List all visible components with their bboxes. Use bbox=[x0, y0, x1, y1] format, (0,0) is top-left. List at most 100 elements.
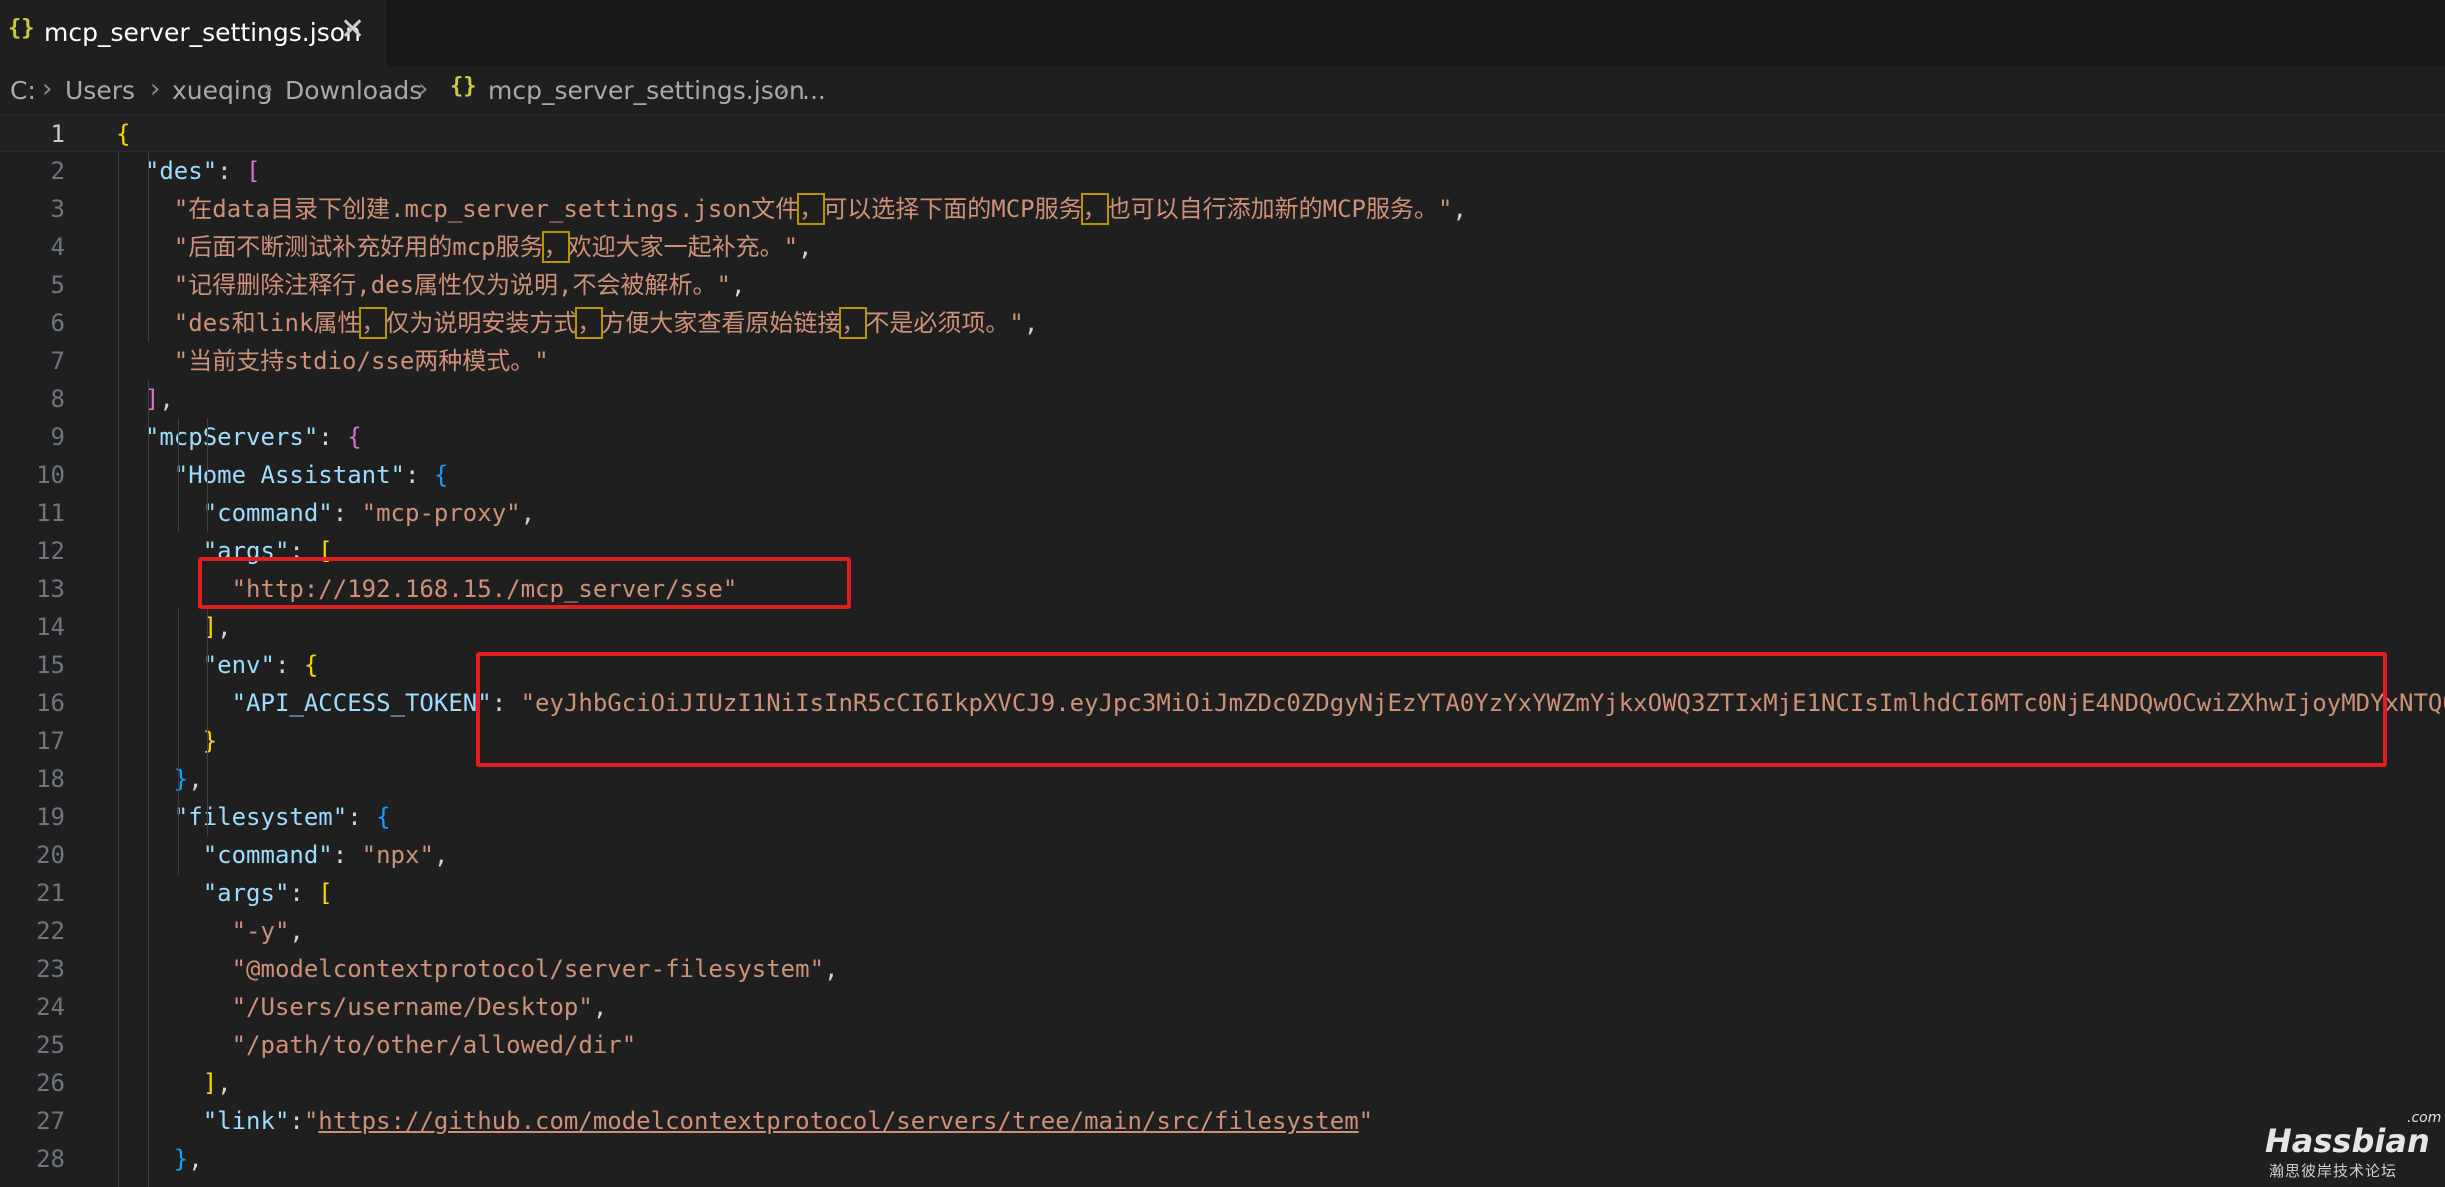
code-line[interactable]: 14 ], bbox=[0, 608, 2445, 646]
breadcrumb-drive[interactable]: C: bbox=[10, 76, 36, 105]
line-number: 10 bbox=[36, 461, 65, 489]
indent-guide bbox=[207, 608, 208, 836]
code-line[interactable]: 10 "Home Assistant": { bbox=[0, 456, 2445, 494]
code-token: ] bbox=[116, 1069, 218, 1097]
chevron-right-icon: › bbox=[150, 74, 161, 104]
line-number: 28 bbox=[36, 1145, 65, 1173]
code-line[interactable]: 24 "/Users/username/Desktop", bbox=[0, 988, 2445, 1026]
watermark-brand: Hassbian bbox=[2265, 1122, 2430, 1160]
code-line[interactable]: 26 ], bbox=[0, 1064, 2445, 1102]
code-line[interactable]: 5 "记得删除注释行,des属性仅为说明,不会被解析。", bbox=[0, 266, 2445, 304]
breadcrumb: C: › Users › xueqing › Downloads › {} mc… bbox=[0, 66, 2445, 114]
code-token: , bbox=[159, 385, 174, 413]
indent-guide bbox=[148, 152, 149, 342]
line-number: 4 bbox=[50, 233, 65, 261]
code-line[interactable]: 25 "/path/to/other/allowed/dir" bbox=[0, 1026, 2445, 1064]
code-token: "/Users/username/Desktop" bbox=[116, 993, 593, 1021]
code-text: "/Users/username/Desktop", bbox=[116, 988, 608, 1026]
url-link[interactable]: https://github.com/modelcontextprotocol/… bbox=[318, 1107, 1358, 1135]
code-text: "filesystem": { bbox=[116, 798, 391, 836]
breadcrumb-xueqing[interactable]: xueqing bbox=[172, 76, 273, 105]
code-text: "mcpServers": { bbox=[116, 418, 362, 456]
code-line[interactable]: 9 "mcpServers": { bbox=[0, 418, 2445, 456]
line-number: 13 bbox=[36, 575, 65, 603]
breadcrumb-downloads[interactable]: Downloads bbox=[285, 76, 422, 105]
tab-title: mcp_server_settings.json bbox=[44, 18, 361, 47]
code-line[interactable]: 4 "后面不断测试补充好用的mcp服务，欢迎大家一起补充。", bbox=[0, 228, 2445, 266]
code-line[interactable]: 20 "command": "npx", bbox=[0, 836, 2445, 874]
line-number: 24 bbox=[36, 993, 65, 1021]
code-token: : bbox=[318, 423, 348, 451]
code-text: ], bbox=[116, 1064, 232, 1102]
code-token: 方便大家查看原始链接 bbox=[601, 309, 842, 337]
code-token: , bbox=[592, 993, 608, 1021]
breadcrumb-file[interactable]: mcp_server_settings.json bbox=[488, 76, 805, 105]
code-token: , bbox=[1023, 309, 1039, 337]
line-number: 27 bbox=[36, 1107, 65, 1135]
code-token: "des" bbox=[116, 157, 218, 185]
close-icon[interactable]: ✕ bbox=[340, 12, 365, 47]
watermark: .com Hassbian 瀚思彼岸技术论坛 bbox=[2265, 1110, 2441, 1180]
code-line[interactable]: 2 "des": [ bbox=[0, 152, 2445, 190]
code-token: "@modelcontextprotocol/server-filesystem… bbox=[116, 955, 825, 983]
code-line[interactable]: 22 "-y", bbox=[0, 912, 2445, 950]
code-token: : bbox=[274, 651, 304, 679]
line-number: 2 bbox=[50, 157, 65, 185]
unicode-highlight: ， bbox=[541, 231, 570, 263]
code-token: , bbox=[798, 233, 813, 261]
code-token: ] bbox=[116, 613, 218, 641]
code-text: ], bbox=[116, 380, 174, 418]
code-line[interactable]: 11 "command": "mcp-proxy", bbox=[0, 494, 2445, 532]
unicode-highlight: ， bbox=[1080, 193, 1109, 225]
code-token: [ bbox=[318, 879, 333, 907]
json-file-icon: {} bbox=[450, 74, 477, 99]
watermark-subtitle: 瀚思彼岸技术论坛 bbox=[2269, 1162, 2398, 1180]
code-token: , bbox=[824, 955, 839, 983]
code-line[interactable]: 23 "@modelcontextprotocol/server-filesys… bbox=[0, 950, 2445, 988]
code-token: "des和link属性 bbox=[116, 309, 362, 337]
line-number: 16 bbox=[36, 689, 65, 717]
breadcrumb-more[interactable]: ... bbox=[802, 76, 826, 105]
code-line[interactable]: 8 ], bbox=[0, 380, 2445, 418]
code-line[interactable]: 28 }, bbox=[0, 1140, 2445, 1178]
code-token: "args" bbox=[116, 879, 290, 907]
code-token: : bbox=[289, 1107, 304, 1135]
code-token: "/path/to/other/allowed/dir" bbox=[116, 1031, 637, 1059]
line-number: 9 bbox=[50, 423, 65, 451]
code-line[interactable]: 27 "link": "https://github.com/modelconte… bbox=[0, 1102, 2445, 1140]
code-line[interactable]: 21 "args": [ bbox=[0, 874, 2445, 912]
unicode-highlight: ， bbox=[575, 307, 604, 339]
line-number: 18 bbox=[36, 765, 65, 793]
line-number: 5 bbox=[50, 271, 65, 299]
line-number: 14 bbox=[36, 613, 65, 641]
code-line[interactable]: 7 "当前支持stdio/sse两种模式。" bbox=[0, 342, 2445, 380]
code-token: , bbox=[289, 917, 304, 945]
code-text: "在data目录下创建.mcp_server_settings.json文件，可… bbox=[116, 190, 1467, 228]
code-line[interactable]: 3 "在data目录下创建.mcp_server_settings.json文件… bbox=[0, 190, 2445, 228]
code-line[interactable]: 6 "des和link属性，仅为说明安装方式，方便大家查看原始链接，不是必须项。… bbox=[0, 304, 2445, 342]
code-text: "des": [ bbox=[116, 152, 261, 190]
code-text: } bbox=[116, 722, 217, 760]
indent-guide bbox=[207, 418, 208, 532]
code-token: { bbox=[116, 120, 131, 148]
code-line[interactable]: 19 "filesystem": { bbox=[0, 798, 2445, 836]
highlight-box-args bbox=[198, 557, 851, 609]
code-editor[interactable]: 28 }, 27 "link": "https://github.com/model… bbox=[0, 114, 2445, 1187]
code-token: ] bbox=[116, 385, 160, 413]
code-token: " bbox=[1358, 1107, 1374, 1135]
breadcrumb-users[interactable]: Users bbox=[65, 76, 135, 105]
tab-mcp-server-settings[interactable]: {} mcp_server_settings.json ✕ bbox=[0, 0, 386, 66]
code-token: : bbox=[289, 879, 319, 907]
line-number: 21 bbox=[36, 879, 65, 907]
unicode-highlight: ， bbox=[839, 307, 868, 339]
line-number: 22 bbox=[36, 917, 65, 945]
code-line[interactable]: 1{ bbox=[0, 114, 2445, 152]
code-token: : bbox=[332, 841, 362, 869]
code-text: ], bbox=[116, 608, 232, 646]
code-token: "link" bbox=[116, 1107, 290, 1135]
indent-guide bbox=[178, 608, 179, 874]
code-token: 不是必须项。" bbox=[865, 309, 1024, 337]
code-token: "API_ACCESS_TOKEN" bbox=[116, 689, 492, 717]
chevron-right-icon: › bbox=[42, 74, 53, 104]
code-text: "env": { bbox=[116, 646, 319, 684]
